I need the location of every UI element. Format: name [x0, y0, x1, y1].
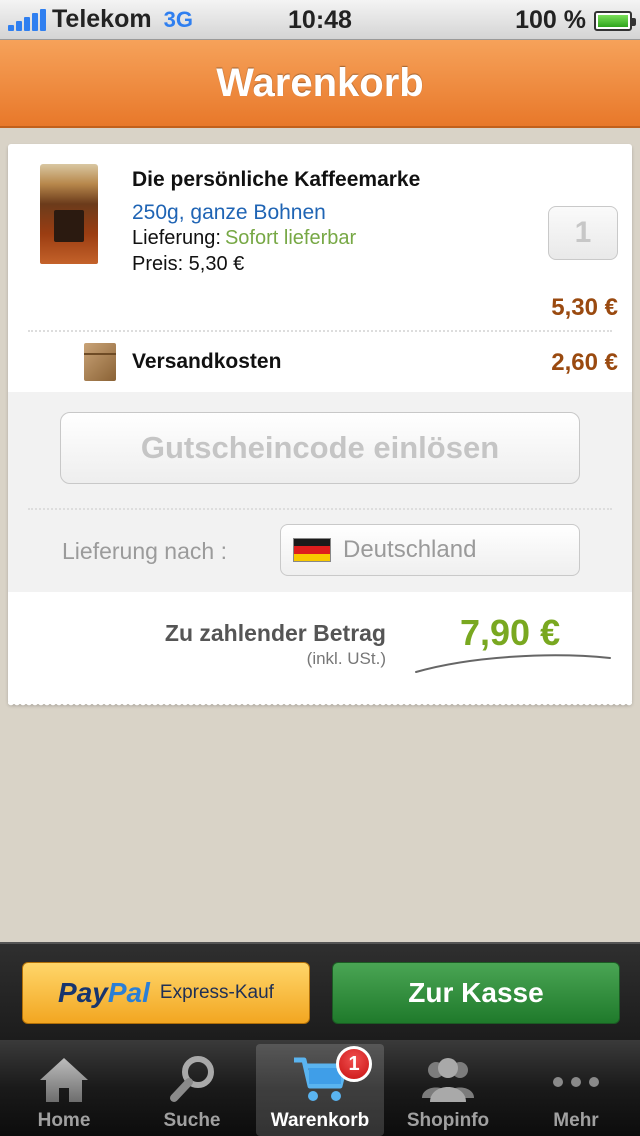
- tab-label: Shopinfo: [406, 1110, 490, 1131]
- country-select[interactable]: Deutschland: [280, 524, 580, 576]
- battery-percent: 100 %: [515, 6, 586, 34]
- shipping-cost: 2,60 €: [551, 349, 618, 376]
- tab-label: Suche: [163, 1110, 221, 1131]
- tab-more[interactable]: Mehr: [512, 1040, 640, 1136]
- product-name: Die persönliche Kaffeemarke: [132, 168, 421, 191]
- product-unit-price: Preis: 5,30 €: [132, 253, 245, 275]
- total-label: Zu zahlender Betrag: [164, 620, 386, 646]
- delivery-status: Sofort lieferbar: [224, 227, 357, 249]
- people-icon: [422, 1058, 474, 1102]
- cart-count-badge: 1: [336, 1046, 372, 1082]
- paypal-express-button[interactable]: PayPal Express-Kauf: [22, 962, 310, 1024]
- product-delivery: Lieferung: Sofort lieferbar: [132, 227, 356, 250]
- tab-bar: Home Suche 1 Warenkorb Shopinfo Mehr: [0, 1040, 640, 1136]
- network-type: 3G: [163, 6, 193, 32]
- underline-swoosh: [415, 654, 611, 673]
- search-icon: [170, 1056, 214, 1102]
- german-flag-icon: [293, 538, 331, 562]
- total-amount: 7,90 €: [460, 612, 561, 653]
- package-icon: [84, 343, 116, 381]
- signal-strength-icon: [8, 8, 46, 31]
- tab-search[interactable]: Suche: [128, 1040, 256, 1136]
- total-tax-note: (inkl. USt.): [306, 649, 386, 668]
- line-total: 5,30 €: [551, 294, 618, 321]
- cart-item[interactable]: Die persönliche Kaffeemarke 250g, ganze …: [8, 144, 632, 344]
- delivery-country-label: Lieferung nach :: [62, 538, 227, 564]
- cart-card: Die persönliche Kaffeemarke 250g, ganze …: [8, 144, 632, 708]
- battery-icon: [594, 10, 636, 31]
- divider: [28, 508, 612, 510]
- tab-label: Home: [37, 1110, 91, 1131]
- nav-header: Warenkorb: [0, 40, 640, 128]
- checkout-action-bar: PayPal Express-Kauf Zur Kasse: [0, 942, 640, 1040]
- tab-home[interactable]: Home: [0, 1040, 128, 1136]
- paypal-logo: PayPal: [58, 977, 150, 1008]
- product-image: [40, 164, 98, 264]
- country-value: Deutschland: [343, 536, 477, 563]
- tab-shopinfo[interactable]: Shopinfo: [384, 1040, 512, 1136]
- delivery-label: Lieferung:: [132, 227, 221, 249]
- quantity-field[interactable]: 1: [548, 206, 618, 260]
- shipping-label: Versandkosten: [132, 350, 282, 373]
- page-title: Warenkorb: [216, 60, 424, 105]
- tab-label: Warenkorb: [270, 1110, 370, 1131]
- carrier-name: Telekom: [52, 5, 152, 33]
- home-icon: [40, 1058, 88, 1102]
- product-variant: 250g, ganze Bohnen: [132, 201, 326, 224]
- checkout-button[interactable]: Zur Kasse: [332, 962, 620, 1024]
- status-bar: Telekom 3G 10:48 100 %: [0, 0, 640, 40]
- tab-label: Mehr: [553, 1110, 599, 1131]
- battery-status: 100 %: [515, 6, 636, 35]
- voucher-section: Gutscheincode einlösen Lieferung nach : …: [8, 392, 632, 592]
- tab-cart[interactable]: 1 Warenkorb: [256, 1044, 384, 1136]
- divider: [28, 330, 612, 332]
- redeem-voucher-button[interactable]: Gutscheincode einlösen: [60, 412, 580, 484]
- paypal-label: Express-Kauf: [159, 982, 274, 1003]
- more-icon: [553, 1077, 599, 1087]
